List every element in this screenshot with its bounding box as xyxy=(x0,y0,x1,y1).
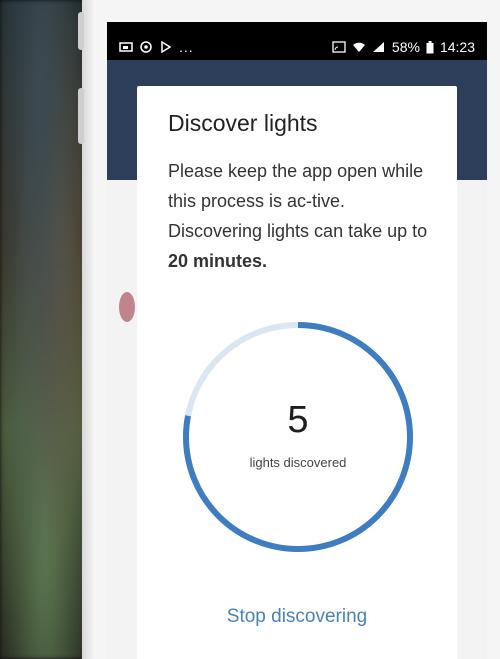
stop-discovering-button[interactable]: Stop discovering xyxy=(137,606,457,628)
clock-time: 14:23 xyxy=(439,39,475,55)
status-bar: ... 58% 14:23 xyxy=(107,34,487,60)
phone-screen: ... 58% 14:23 Discover lights Please kee… xyxy=(107,22,487,659)
phone-side-button xyxy=(78,88,84,144)
description-duration: 20 minutes. xyxy=(168,251,268,271)
battery-percent: 58% xyxy=(391,39,420,55)
cast-icon xyxy=(332,41,346,53)
phone-side-button xyxy=(78,12,84,50)
dialog-title: Discover lights xyxy=(168,110,318,136)
discover-lights-dialog: Discover lights Please keep the app open… xyxy=(137,86,457,659)
wifi-icon xyxy=(352,42,365,52)
dialog-description: Please keep the app open while this proc… xyxy=(168,156,440,276)
play-icon xyxy=(161,41,172,53)
cast-screen-icon xyxy=(119,42,133,52)
status-overflow: ... xyxy=(179,39,194,55)
app-list-avatar xyxy=(119,292,135,322)
status-left: ... xyxy=(119,39,194,55)
lights-count-label: lights discovered xyxy=(249,455,347,470)
signal-icon xyxy=(372,42,384,52)
status-right: 58% 14:23 xyxy=(332,39,475,55)
battery-icon xyxy=(426,40,434,53)
discovery-progress-ring: 5 lights discovered xyxy=(182,321,414,553)
lights-count: 5 xyxy=(287,399,309,441)
description-text: Please keep the app open while this proc… xyxy=(168,161,428,241)
clock-icon xyxy=(140,41,152,53)
